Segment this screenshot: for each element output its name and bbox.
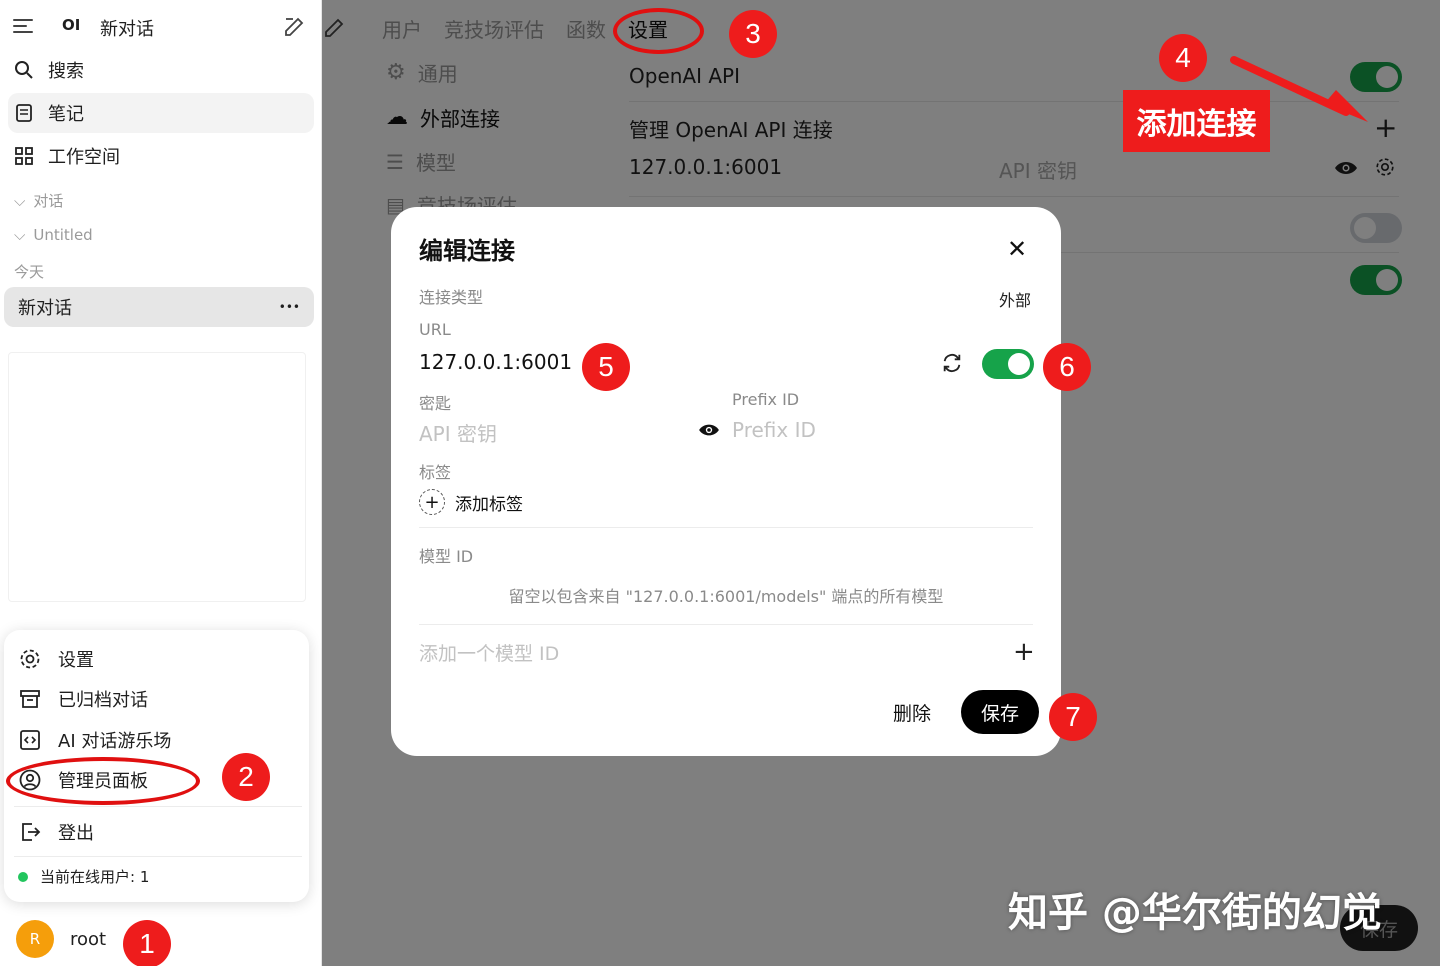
step-badge-1: 1 [123, 920, 171, 966]
url-input[interactable]: 127.0.0.1:6001 [419, 350, 572, 374]
menu-divider [14, 806, 302, 807]
api-key-input[interactable]: API 密钥 [419, 418, 497, 447]
highlight-ring-settings-tab [613, 8, 704, 54]
eye-icon[interactable] [698, 421, 720, 439]
sidebar-item-label: 工作空间 [48, 147, 120, 168]
online-users-label: 当前在线用户: 1 [40, 868, 150, 886]
model-id-hint: 留空以包含来自 "127.0.0.1:6001/models" 端点的所有模型 [508, 587, 944, 606]
menu-item-label: AI 对话游乐场 [58, 731, 172, 752]
sidebar-item-notes[interactable]: 笔记 [8, 93, 314, 133]
sidebar: OI 新对话 搜索 笔记 工作空间 ⌵ 对话 ⌵ Untitled 今天 新对话… [0, 0, 322, 966]
tags-label: 标签 [419, 463, 452, 482]
compose-icon[interactable] [282, 15, 306, 39]
menu-item-settings[interactable]: 设置 [18, 646, 94, 672]
status-dot-icon [18, 871, 28, 882]
gear-icon [18, 647, 42, 671]
logout-icon [18, 820, 42, 844]
connection-type-value[interactable]: 外部 [999, 287, 1031, 311]
menu-item-archived[interactable]: 已归档对话 [18, 686, 148, 712]
avatar: R [16, 920, 54, 958]
user-name: root [70, 928, 107, 950]
folder-label: 对话 [33, 192, 64, 210]
connection-enabled-toggle[interactable] [982, 349, 1034, 379]
key-label: 密匙 [419, 394, 452, 413]
brand-logo: OI [62, 16, 81, 34]
chevron-down-icon: ⌵ [14, 191, 26, 210]
step-badge-3: 3 [729, 10, 777, 58]
save-button[interactable]: 保存 [961, 690, 1039, 734]
chat-list-item[interactable]: 新对话 ••• [4, 287, 314, 327]
modal-title: 编辑连接 [419, 237, 515, 265]
folder-label: Untitled [33, 226, 93, 244]
divider [419, 527, 1033, 528]
archive-icon [18, 687, 42, 711]
prefix-id-label: Prefix ID [732, 390, 800, 409]
sidebar-item-label: 笔记 [48, 104, 84, 125]
new-chat-title[interactable]: 新对话 [100, 15, 154, 41]
menu-item-logout[interactable]: 登出 [18, 819, 94, 845]
folder-chats[interactable]: ⌵ 对话 [14, 190, 63, 211]
step-badge-4: 4 [1159, 34, 1207, 82]
delete-button[interactable]: 删除 [893, 699, 931, 726]
online-users-status: 当前在线用户: 1 [18, 866, 149, 887]
menu-item-label: 登出 [58, 823, 94, 844]
chat-title: 新对话 [18, 298, 72, 319]
watermark: 知乎 @华尔街的幻觉 [1008, 890, 1382, 936]
section-label: 今天 [14, 263, 45, 281]
add-connection-annotation: 添加连接 [1123, 90, 1270, 152]
highlight-ring-admin-panel [6, 757, 200, 805]
menu-divider [14, 856, 302, 857]
menu-item-label: 设置 [58, 650, 94, 671]
divider [419, 624, 1033, 625]
step-badge-5: 5 [582, 343, 630, 391]
edit-connection-modal: 编辑连接 ✕ 连接类型 外部 URL 127.0.0.1:6001 密匙 API… [391, 207, 1061, 756]
sidebar-item-search[interactable]: 搜索 [8, 50, 314, 90]
add-tag-label: 添加标签 [455, 494, 523, 515]
prefix-id-input[interactable]: Prefix ID [732, 418, 816, 442]
add-tag-button[interactable]: + 添加标签 [419, 489, 523, 515]
menu-item-playground[interactable]: AI 对话游乐场 [18, 727, 171, 753]
step-badge-2: 2 [222, 753, 270, 801]
workspace-icon [14, 146, 34, 166]
sidebar-item-label: 搜索 [48, 61, 84, 82]
add-model-plus-icon[interactable]: + [1013, 638, 1035, 666]
menu-item-label: 已归档对话 [58, 690, 148, 711]
menu-icon[interactable] [12, 16, 34, 36]
refresh-icon[interactable] [941, 352, 963, 374]
connection-type-label: 连接类型 [419, 288, 484, 307]
folder-untitled[interactable]: ⌵ Untitled [14, 226, 93, 244]
notes-icon [14, 103, 34, 123]
model-id-label: 模型 ID [419, 547, 474, 566]
blank-panel [8, 352, 306, 602]
close-icon[interactable]: ✕ [1007, 235, 1027, 263]
url-label: URL [419, 320, 451, 339]
chevron-down-icon: ⌵ [14, 226, 26, 244]
user-profile[interactable]: R root [16, 920, 106, 958]
plus-circle-icon: + [419, 489, 445, 515]
add-model-id-input[interactable]: 添加一个模型 ID [419, 639, 559, 666]
more-icon[interactable]: ••• [279, 300, 300, 314]
search-icon [14, 60, 34, 80]
sidebar-item-workspace[interactable]: 工作空间 [8, 136, 314, 176]
code-icon [18, 728, 42, 752]
step-badge-7: 7 [1049, 693, 1097, 741]
section-today: 今天 [14, 261, 44, 282]
step-badge-6: 6 [1043, 343, 1091, 391]
